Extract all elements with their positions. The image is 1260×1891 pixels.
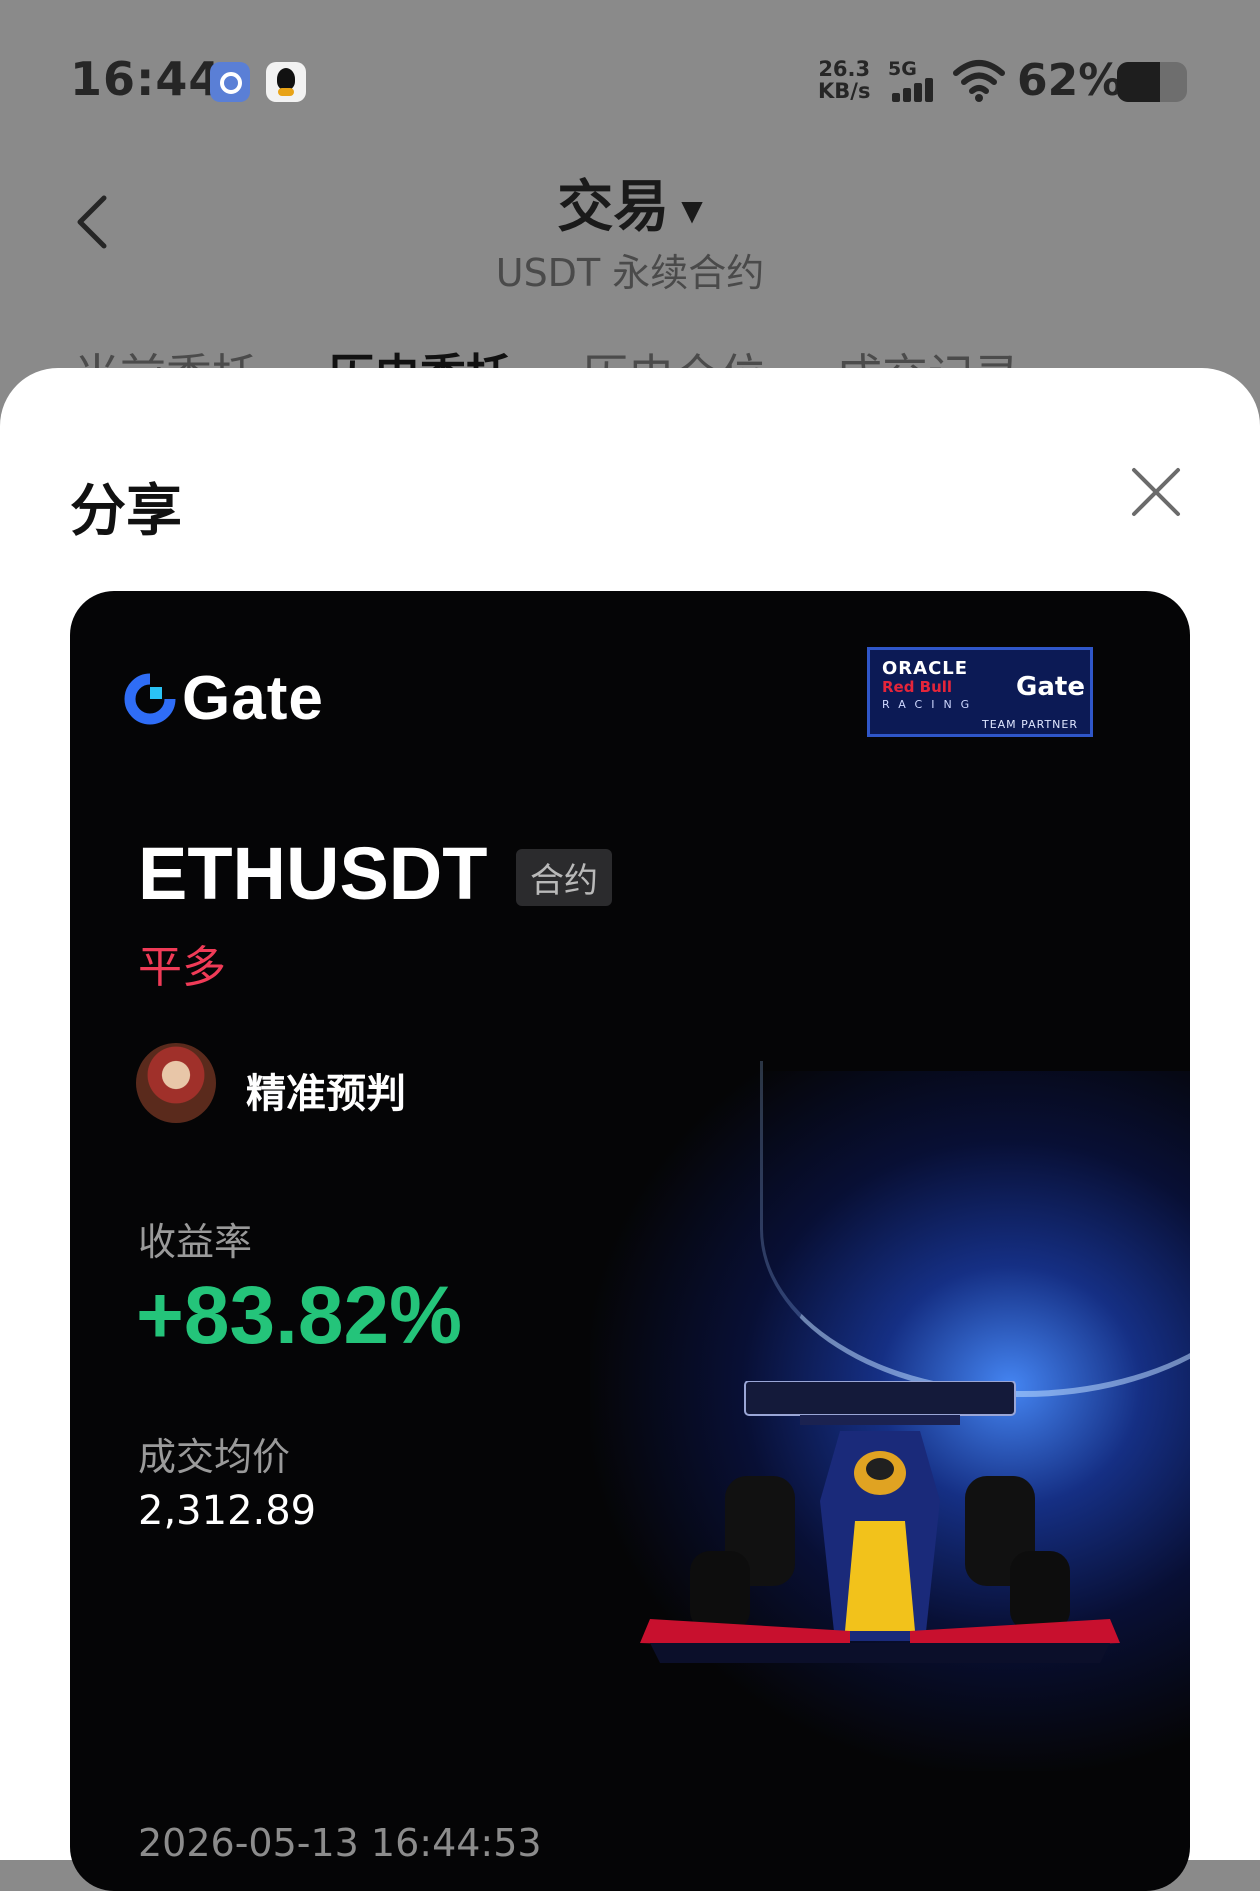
dropdown-caret-icon: ▼ [681, 194, 703, 228]
browser-app-icon [210, 62, 250, 102]
avg-price-label: 成交均价 [138, 1435, 291, 1479]
status-bar: 16:44 26.3 KB/s 5G 62% [0, 0, 1260, 165]
roi-value: +83.82% [136, 1270, 462, 1361]
gate-logo-icon [124, 672, 176, 724]
network-type: 5G [888, 58, 917, 80]
share-datetime: 2026-05-13 16:44:53 [138, 1821, 542, 1865]
gate-wordmark: Gate [182, 664, 324, 733]
net-speed-unit: KB/s [818, 79, 871, 103]
partner-team: TEAM PARTNER [981, 718, 1078, 731]
partner-badge: ORACLE Red Bull RACING Gate TEAM PARTNER [867, 647, 1093, 737]
page-title[interactable]: 交易 ▼ [0, 162, 1260, 243]
contract-tag: 合约 [516, 849, 612, 906]
page-title-text: 交易 [557, 175, 670, 240]
partner-oracle: ORACLE [882, 658, 969, 679]
race-car-image [640, 1381, 1120, 1663]
wifi-icon [953, 60, 1005, 102]
battery-percent: 62% [1017, 55, 1123, 106]
trading-symbol: ETHUSDT [138, 832, 488, 915]
net-speed-value: 26.3 [818, 57, 871, 81]
close-icon[interactable] [1128, 464, 1184, 520]
partner-redbull: Red Bull [882, 678, 953, 696]
position-side: 平多 [138, 942, 226, 993]
network-speed: 26.3 KB/s [818, 58, 870, 102]
battery-fill [1117, 62, 1161, 102]
avg-price-value: 2,312.89 [138, 1488, 317, 1534]
qq-app-icon [266, 62, 306, 102]
status-time: 16:44 [70, 52, 222, 106]
partner-racing: RACING [882, 698, 979, 711]
share-sheet-title: 分享 [70, 479, 182, 544]
share-sheet: 分享 Gate ORACLE Red Bull RACING Gate TEAM… [0, 368, 1260, 1891]
roi-label: 收益率 [138, 1220, 253, 1264]
signal-icon [892, 78, 942, 102]
gate-logo: Gate [124, 663, 324, 734]
partner-gate: Gate [1016, 672, 1085, 702]
share-card: Gate ORACLE Red Bull RACING Gate TEAM PA… [70, 591, 1190, 1891]
battery-icon [1117, 62, 1187, 102]
page-subtitle: USDT 永续合约 [495, 251, 765, 295]
avatar [136, 1043, 216, 1123]
username: 精准预判 [246, 1071, 406, 1117]
